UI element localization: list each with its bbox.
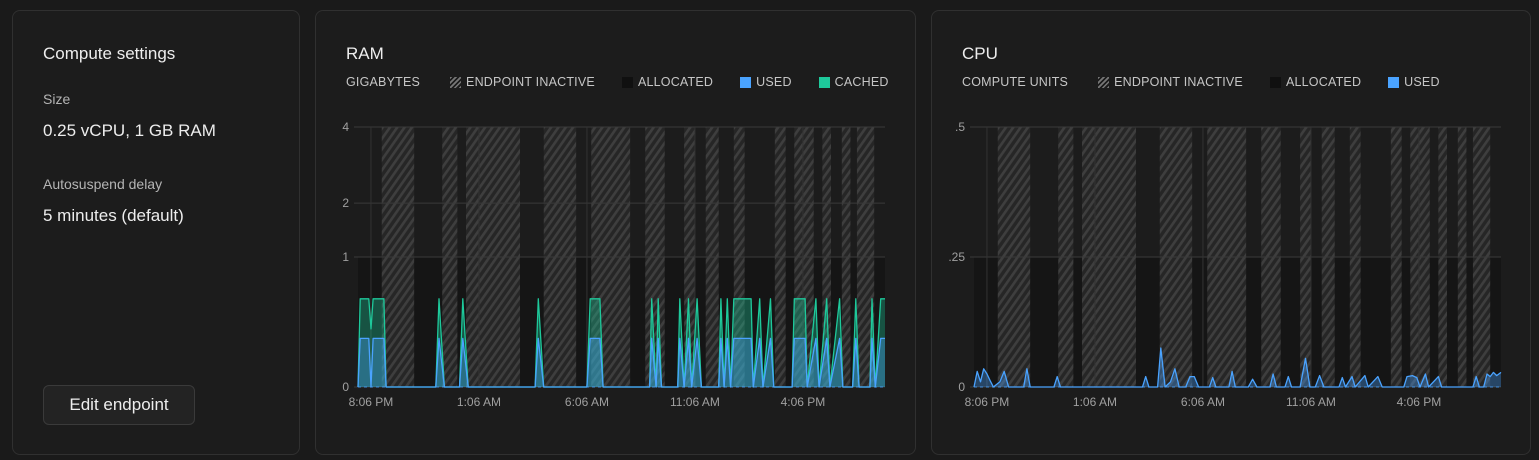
y-tick-label: 2 [342,196,349,210]
y-tick-label: .5 [955,120,965,134]
autosuspend-label: Autosuspend delay [43,176,163,192]
y-tick-label: 4 [342,120,349,134]
size-label: Size [43,91,71,107]
y-tick-label: 0 [958,380,965,394]
x-tick-label: 6:06 AM [565,395,609,409]
y-tick-label: 0 [342,380,349,394]
y-tick-label: 1 [342,250,349,264]
x-tick-label: 11:06 AM [670,395,720,409]
x-tick-label: 4:06 PM [1397,395,1442,409]
y-tick-label: .25 [948,250,965,264]
x-tick-label: 8:06 PM [965,395,1010,409]
compute-settings-title: Compute settings [43,44,176,63]
x-tick-label: 8:06 PM [349,395,394,409]
x-tick-label: 1:06 AM [1073,395,1117,409]
x-tick-label: 11:06 AM [1286,395,1336,409]
x-tick-label: 1:06 AM [457,395,501,409]
compute-settings-card: Compute settings Size 0.25 vCPU, 1 GB RA… [12,10,300,455]
cpu-chart: 0 .25 .5 8:06 PM 1:06 AM 6:06 AM 11:06 AM 4:06 … [948,120,1502,409]
edit-endpoint-button[interactable]: Edit endpoint [43,385,195,425]
x-tick-label: 6:06 AM [1181,395,1225,409]
autosuspend-value: 5 minutes (default) [43,206,184,225]
x-tick-label: 4:06 PM [781,395,826,409]
ram-chart-card: RAM GIGABYTES ENDPOINT INACTIVE ALLOCATE… [315,10,916,455]
size-value: 0.25 vCPU, 1 GB RAM [43,121,216,140]
ram-chart: 0 1 2 4 8:06 PM 1:06 AM 6:06 AM 11:06 AM 4:06 PM [342,120,885,409]
cpu-chart-card: CPU COMPUTE UNITS ENDPOINT INACTIVE ALLO… [931,10,1531,455]
